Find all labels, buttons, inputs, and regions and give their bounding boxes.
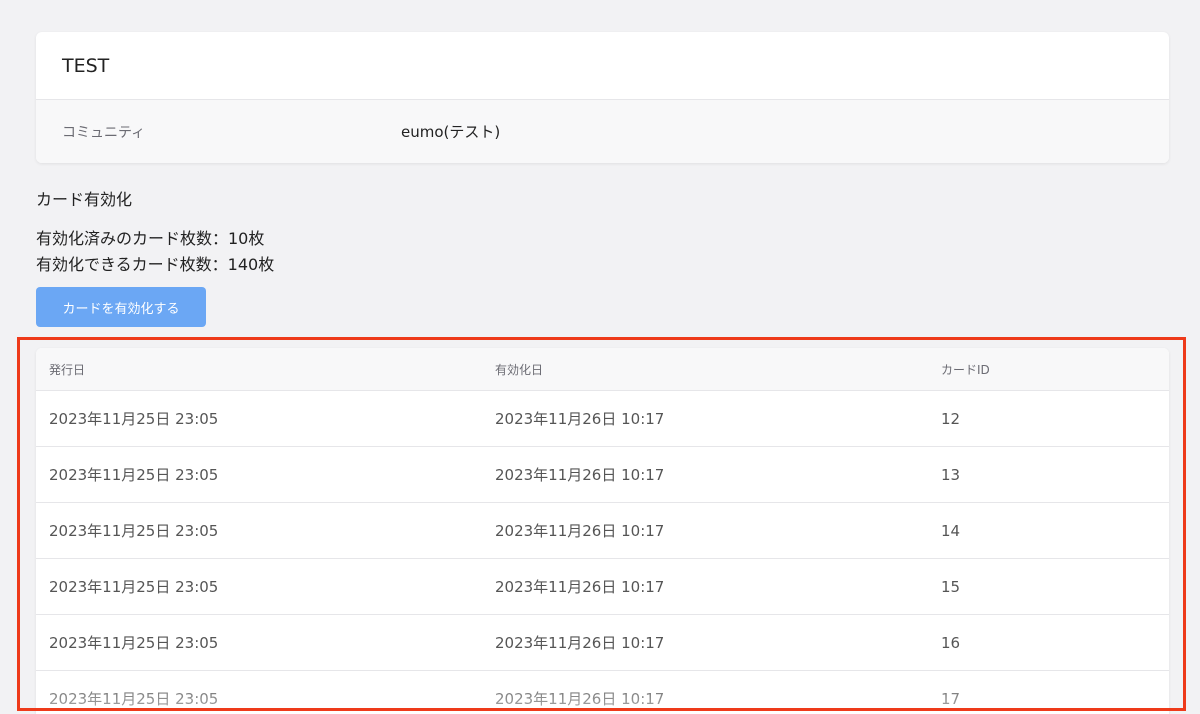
activate-card-button[interactable]: カードを有効化する	[36, 287, 206, 327]
card-title: TEST	[36, 32, 1169, 100]
community-card: TEST コミュニティ eumo(テスト)	[36, 32, 1169, 163]
activated-count: 有効化済みのカード枚数：10枚	[36, 229, 265, 248]
section-title: カード有効化	[36, 190, 133, 209]
available-count: 有効化できるカード枚数：140枚	[36, 255, 275, 274]
community-row: コミュニティ eumo(テスト)	[36, 100, 1169, 163]
page: TEST コミュニティ eumo(テスト) カード有効化 有効化済みのカード枚数…	[0, 0, 1200, 714]
community-label: コミュニティ	[62, 124, 146, 141]
highlight-annotation	[17, 337, 1186, 711]
community-value: eumo(テスト)	[401, 123, 501, 141]
